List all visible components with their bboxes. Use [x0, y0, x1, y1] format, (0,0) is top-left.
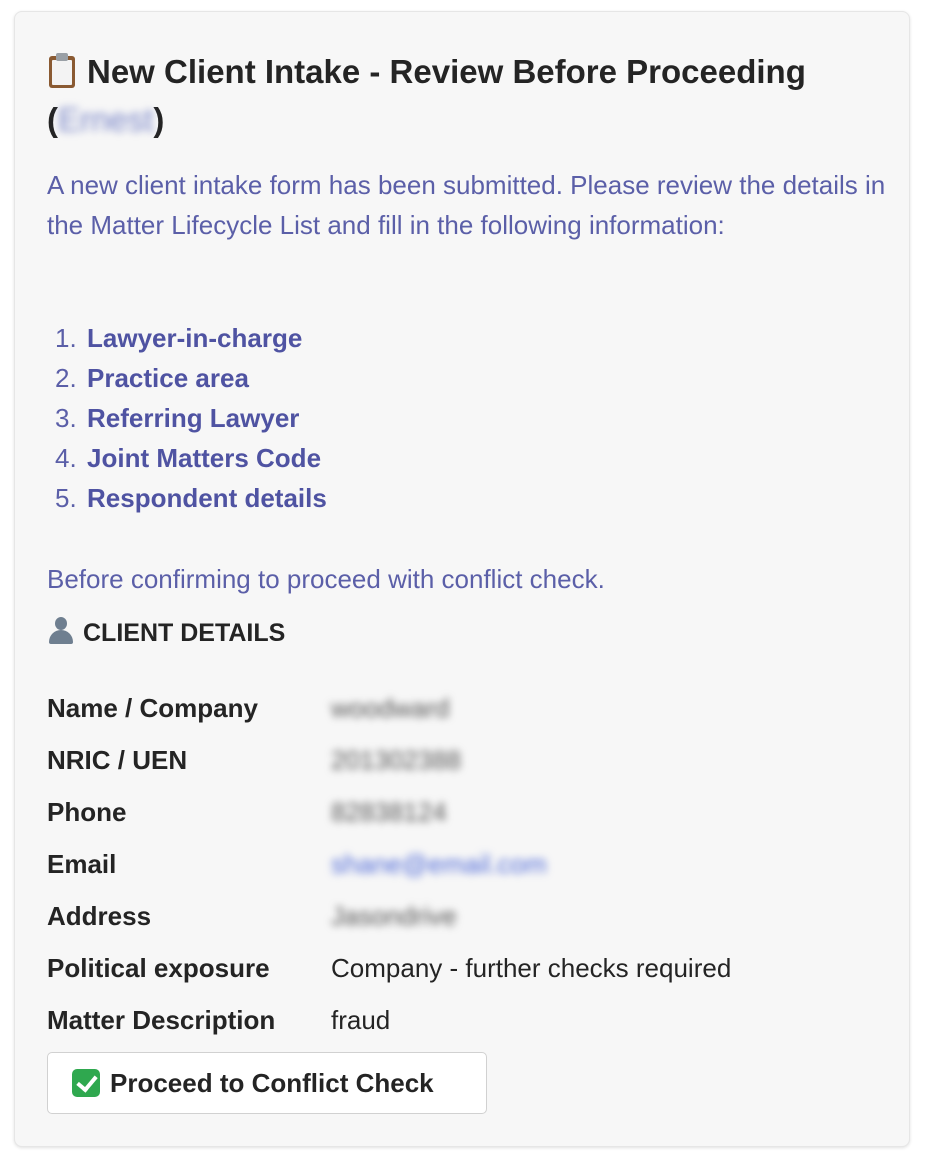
- list-item: 4. Joint Matters Code: [55, 438, 855, 478]
- detail-row-nric: NRIC / UEN 201302388: [47, 734, 887, 786]
- list-item: 5. Respondent details: [55, 478, 855, 518]
- clipboard-icon: [47, 52, 77, 88]
- list-item: 3. Referring Lawyer: [55, 398, 855, 438]
- list-item-number: 2.: [55, 363, 77, 393]
- check-mark-button-icon: [72, 1069, 100, 1097]
- detail-value: Jasondrive: [331, 901, 457, 931]
- detail-value: 82838124: [331, 797, 447, 827]
- list-item-label: Joint Matters Code: [87, 443, 322, 473]
- detail-value: 201302388: [331, 745, 462, 775]
- detail-value: fraud: [331, 1005, 391, 1035]
- detail-row-email: Email shane@email.com: [47, 838, 887, 890]
- detail-row-political-exposure: Political exposure Company - further che…: [47, 942, 887, 994]
- title-text: New Client Intake - Review Before Procee…: [87, 53, 806, 90]
- email-link[interactable]: shane@email.com: [331, 838, 547, 890]
- list-item-number: 1.: [55, 323, 77, 353]
- title-client-name: Ernest: [58, 101, 154, 138]
- list-item-label: Referring Lawyer: [87, 403, 300, 433]
- detail-label: Matter Description: [47, 1005, 276, 1035]
- detail-row-address: Address Jasondrive: [47, 890, 887, 942]
- client-details-heading: CLIENT DETAILS: [47, 615, 285, 651]
- detail-label: NRIC / UEN: [47, 745, 188, 775]
- title-open-paren: (: [47, 101, 58, 138]
- detail-label: Address: [47, 901, 152, 931]
- before-confirm-text: Before confirming to proceed with confli…: [47, 564, 605, 594]
- title-close-paren: ): [153, 101, 165, 138]
- detail-value: woodward: [331, 693, 450, 723]
- detail-row-matter-description: Matter Description fraud: [47, 994, 887, 1046]
- list-item-number: 3.: [55, 403, 77, 433]
- list-item-number: 4.: [55, 443, 77, 473]
- required-steps-list: 1. Lawyer-in-charge 2. Practice area 3. Ref…: [55, 318, 855, 518]
- detail-value: Company - further checks required: [331, 953, 732, 983]
- section-title: CLIENT DETAILS: [83, 619, 286, 647]
- intro-text: A new client intake form has been submit…: [47, 170, 886, 240]
- list-item: 1. Lawyer-in-charge: [55, 318, 855, 358]
- detail-row-phone: Phone 82838124: [47, 786, 887, 838]
- person-icon: [47, 616, 75, 644]
- detail-label: Email: [47, 849, 117, 879]
- proceed-button-label: Proceed to Conflict Check: [110, 1067, 434, 1098]
- detail-label: Name / Company: [47, 693, 258, 723]
- client-details-table: Name / Company woodward NRIC / UEN 20130…: [47, 682, 887, 1046]
- list-item-label: Lawyer-in-charge: [87, 323, 303, 353]
- list-item: 2. Practice area: [55, 358, 855, 398]
- detail-label: Political exposure: [47, 953, 270, 983]
- proceed-to-conflict-check-button[interactable]: Proceed to Conflict Check: [47, 1052, 487, 1114]
- intake-card: New Client Intake - Review Before Procee…: [14, 11, 910, 1147]
- detail-row-name: Name / Company woodward: [47, 682, 887, 734]
- detail-label: Phone: [47, 797, 127, 827]
- list-item-label: Respondent details: [87, 483, 327, 513]
- list-item-number: 5.: [55, 483, 77, 513]
- list-item-label: Practice area: [87, 363, 249, 393]
- card-title: New Client Intake - Review Before Procee…: [47, 48, 887, 144]
